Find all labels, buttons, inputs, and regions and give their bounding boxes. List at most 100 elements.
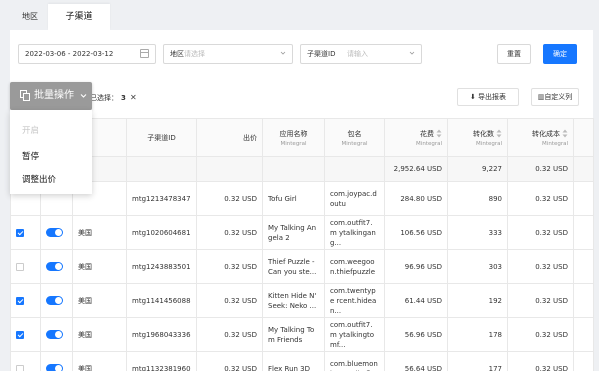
row-checkbox[interactable] [16, 262, 24, 271]
selection-count: 已选择： 3 [90, 93, 126, 103]
row-spend: 56.96 USD [384, 317, 448, 352]
row-region: 美国 [72, 317, 127, 352]
row-spend: 106.56 USD [384, 215, 448, 250]
table-header-row: 子渠道ID 出价 应用名称 Mintegral 包名 Mintegral 花费 Min… [10, 118, 594, 157]
table-row: 美国 mtg1141456088 0.32 USD Kitten Hide N'… [10, 283, 594, 318]
tab-region[interactable]: 地区 [12, 4, 48, 30]
header-cpa-sub: Mintegral [542, 140, 568, 147]
row-app-name: Thief Puzzle - Can you ste... [262, 249, 325, 284]
row-conversions: 890 [447, 181, 508, 216]
header-cpa-main: 转化成本 [532, 129, 560, 138]
custom-columns-label: 自定义列 [544, 93, 573, 101]
row-cpa: 0.32 USD [507, 317, 574, 352]
date-range-value: 2022-03-06 - 2022-03-12 [25, 50, 114, 58]
total-spend: 2,952.64 USD [384, 156, 448, 182]
total-row: 2,952.64 USD 9,227 0.32 USD [10, 156, 594, 182]
row-package: com.joypac.d outu [324, 181, 385, 216]
batch-operation-label: 批量操作 [34, 90, 74, 101]
header-app-name-main: 应用名称 [279, 129, 308, 138]
sort-icon[interactable] [436, 129, 442, 138]
table-row: 美国 mtg1243883501 0.32 USD Thief Puzzle -… [10, 249, 594, 284]
row-package: com.bluemon keystudio.fl... [324, 351, 385, 371]
row-conversions: 333 [447, 215, 508, 250]
menu-item-pause[interactable]: 暂停 [22, 150, 39, 162]
row-checkbox[interactable] [16, 330, 24, 339]
custom-columns-button[interactable]: ▥自定义列 [531, 88, 579, 106]
row-package: com.outfit7.m ytalkingang... [324, 215, 385, 250]
row-region: 美国 [72, 283, 127, 318]
header-extra-cell [573, 118, 594, 157]
row-checkbox[interactable] [16, 296, 24, 305]
selection-number: 3 [121, 94, 126, 102]
row-checkbox[interactable] [16, 228, 24, 237]
row-app-name: My Talking An gela 2 [262, 215, 325, 250]
download-icon: ⬇ [469, 93, 476, 101]
total-conversions: 9,227 [447, 156, 508, 182]
table-row: 美国 mtg1020604681 0.32 USD My Talking An … [10, 215, 594, 250]
row-conversions: 178 [447, 317, 508, 352]
channel-id-select[interactable]: 子渠道ID 请输入 [300, 44, 422, 64]
row-app-name: Flex Run 3D [262, 351, 325, 371]
region-select[interactable]: 地区 请选择 [163, 44, 293, 64]
header-channel-id: 子渠道ID [126, 118, 197, 157]
menu-item-adjust-bid[interactable]: 调整出价 [22, 173, 56, 185]
batch-operation-button[interactable]: 批量操作 [10, 82, 92, 110]
table-row: 美国 mtg1132381960 0.32 USD Flex Run 3D co… [10, 351, 594, 371]
export-report-label: 导出报表 [478, 93, 507, 101]
date-range-picker[interactable]: 2022-03-06 - 2022-03-12 [18, 44, 156, 64]
row-cpa: 0.32 USD [507, 283, 574, 318]
header-conversions[interactable]: 转化数 Mintegral [447, 118, 508, 157]
row-region: 美国 [72, 351, 127, 371]
row-status-toggle[interactable] [46, 296, 63, 305]
chevron-down-icon [80, 94, 87, 98]
row-cpa: 0.32 USD [507, 351, 574, 371]
table-row: 美国 mtg1968043336 0.32 USD My Talking To … [10, 317, 594, 352]
row-channel-id: mtg1132381960 [126, 351, 197, 371]
row-bid: 0.32 USD [196, 249, 263, 284]
row-status-toggle[interactable] [46, 262, 63, 271]
row-spend: 96.96 USD [384, 249, 448, 284]
header-app-name-sub: Mintegral [280, 140, 307, 147]
row-conversions: 303 [447, 249, 508, 284]
sort-icon[interactable] [562, 129, 568, 138]
sort-icon[interactable] [496, 129, 502, 138]
header-bid: 出价 [196, 118, 263, 157]
row-spend: 284.80 USD [384, 181, 448, 216]
header-app-name: 应用名称 Mintegral [262, 118, 325, 157]
reset-button[interactable]: 重置 [497, 44, 531, 64]
chevron-down-icon [280, 51, 286, 55]
calendar-icon [140, 49, 149, 58]
header-conversions-main: 转化数 [473, 129, 494, 138]
row-conversions: 192 [447, 283, 508, 318]
header-spend-main: 花费 [420, 129, 434, 138]
row-cpa: 0.32 USD [507, 181, 574, 216]
row-spend: 61.44 USD [384, 283, 448, 318]
row-status-toggle[interactable] [46, 330, 63, 339]
row-channel-id: mtg1243883501 [126, 249, 197, 284]
row-channel-id: mtg1020604681 [126, 215, 197, 250]
header-spend[interactable]: 花费 Mintegral [384, 118, 448, 157]
row-checkbox[interactable] [16, 364, 24, 371]
total-cpa: 0.32 USD [507, 156, 574, 182]
header-cpa[interactable]: 转化成本 Mintegral [507, 118, 574, 157]
batch-operation-menu: 开启 暂停 调整出价 [10, 110, 92, 194]
tab-subchannel[interactable]: 子渠道 [48, 4, 110, 30]
row-app-name: Tofu Girl [262, 181, 325, 216]
row-bid: 0.32 USD [196, 351, 263, 371]
menu-item-enable: 开启 [22, 126, 40, 136]
row-channel-id: mtg1213478347 [126, 181, 197, 216]
row-cpa: 0.32 USD [507, 215, 574, 250]
row-channel-id: mtg1968043336 [126, 317, 197, 352]
row-status-toggle[interactable] [46, 364, 63, 371]
data-table: 子渠道ID 出价 应用名称 Mintegral 包名 Mintegral 花费 Min… [10, 118, 594, 371]
row-package: com.outfit7.m ytalkingtomf... [324, 317, 385, 352]
confirm-button[interactable]: 确定 [543, 44, 577, 64]
row-bid: 0.32 USD [196, 283, 263, 318]
row-region: 美国 [72, 215, 127, 250]
header-package-main: 包名 [347, 129, 362, 138]
clear-selection-icon[interactable]: ✕ [130, 93, 137, 102]
row-status-toggle[interactable] [46, 228, 63, 237]
chevron-down-icon [409, 51, 415, 55]
export-report-button[interactable]: ⬇ 导出报表 [457, 88, 519, 106]
header-package-sub: Mintegral [341, 140, 368, 147]
